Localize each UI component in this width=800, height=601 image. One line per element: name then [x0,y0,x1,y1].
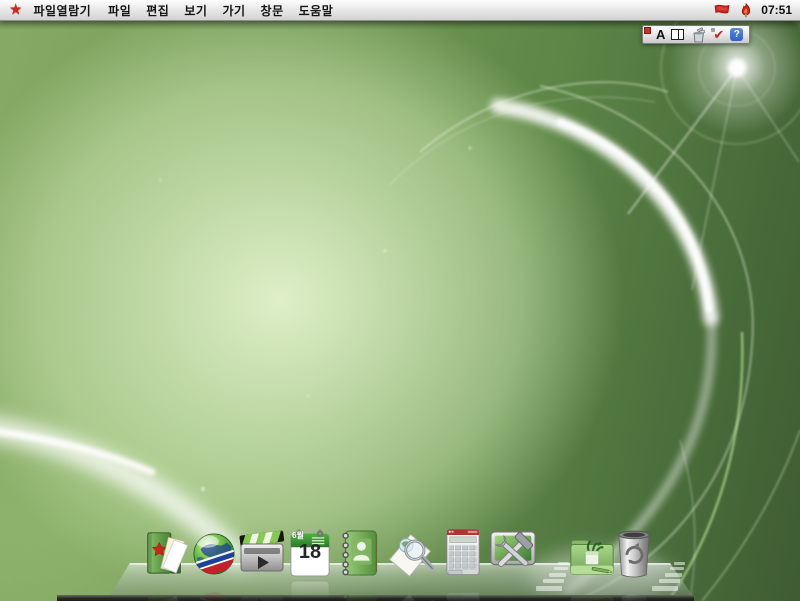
wallpaper-swirl [0,0,800,601]
dock-separator-dash [670,567,684,570]
check-tool-icon[interactable]: ✔ [713,28,724,42]
dock-separator-dash [665,573,682,577]
media-player-icon [236,528,288,578]
web-browser-icon [191,530,237,578]
palette-close-button[interactable] [644,27,651,34]
calendar-day-label: 18 [288,541,332,564]
dock-item-trash[interactable] [614,526,654,585]
dock-separator-dash [554,567,568,570]
menu-file[interactable]: 파일 [108,2,131,19]
menu-go[interactable]: 가기 [222,2,245,19]
utilities-folder-icon [568,532,616,580]
menubar: ★ 파일열람기 파일 편집 보기 가기 창문 도움말 07:51 [0,0,800,21]
calendar-icon: 6월 18 [288,528,332,578]
red-star-logo-icon[interactable]: ★ [9,0,22,20]
dock-separator-dash [549,573,566,577]
red-flag-icon[interactable] [713,3,731,17]
clock[interactable]: 07:51 [761,3,792,17]
dock-item-address-book[interactable] [337,527,383,584]
dock-separator-dash [543,579,564,583]
pen-cup-tool-icon[interactable] [690,27,707,43]
dock-item-web-browser[interactable] [191,530,237,583]
dock-separator-dash [536,586,562,591]
dock-separator-dash [659,579,680,583]
calendar-month-label: 6월 [292,530,304,541]
dock-item-document-search[interactable] [386,528,438,585]
dock-item-utilities-folder[interactable] [568,532,616,585]
dock-item-calendar[interactable]: 6월 18 [288,528,332,578]
dock-separator-dash [674,562,685,565]
menu-view[interactable]: 보기 [184,2,207,19]
help-tool-icon[interactable]: ? [730,28,743,41]
control-panel-icon [486,527,540,579]
dock-item-calculator[interactable] [445,526,481,583]
address-book-icon [337,527,383,579]
dock-front-edge [57,595,694,601]
menu-edit[interactable]: 편집 [146,2,169,19]
menu-window[interactable]: 창문 [261,2,284,19]
red-torch-icon[interactable] [740,3,752,18]
dock-item-media-player[interactable] [236,528,288,583]
dock-item-control-panel[interactable] [486,527,540,584]
tool-palette: A ✔ ? [642,25,750,44]
menu-help[interactable]: 도움말 [299,2,334,19]
column-view-tool-icon[interactable] [671,29,684,40]
dock-separator-dash [652,586,678,591]
desktop: ★ 파일열람기 파일 편집 보기 가기 창문 도움말 07:51 A [0,0,800,601]
trash-icon [614,526,654,580]
document-search-icon [386,528,438,580]
calculator-icon [445,526,481,578]
menu-app-name[interactable]: 파일열람기 [33,2,91,19]
text-tool-icon[interactable]: A [656,27,665,42]
dock-item-file-manager[interactable] [142,525,190,584]
file-manager-icon [142,525,190,579]
